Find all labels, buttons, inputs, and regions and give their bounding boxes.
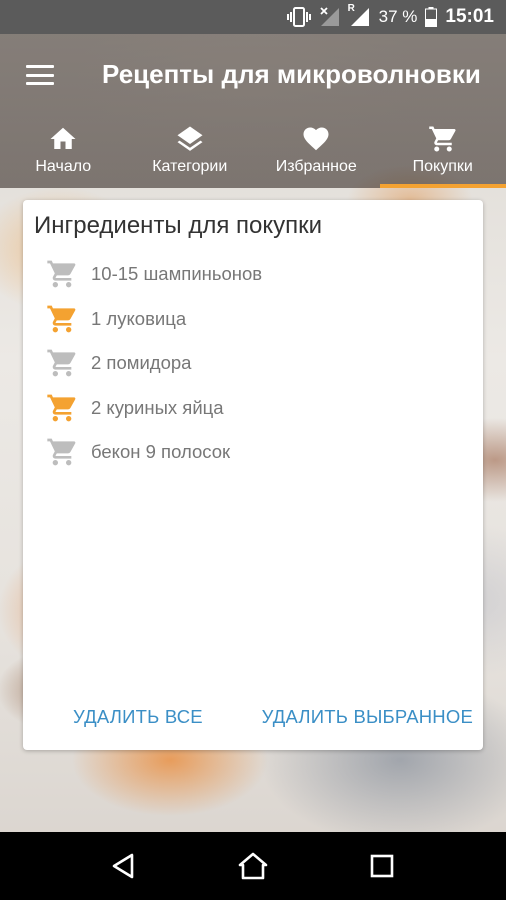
home-icon	[50, 127, 76, 149]
ingredient-label: бекон 9 полосок	[91, 441, 231, 463]
ingredient-label: 2 куриных яйца	[91, 396, 224, 418]
shopping-list-card: Ингредиенты для покупки 10-15 шампиньоно…	[23, 200, 483, 750]
recents-button[interactable]	[352, 836, 412, 896]
hamburger-menu-icon[interactable]	[26, 65, 54, 85]
ingredient-list: 10-15 шампиньонов 1 луковица 2 помидора …	[23, 252, 483, 475]
ingredient-item[interactable]: 10-15 шампиньонов	[23, 252, 483, 297]
status-bar: R 37 % 15:01	[0, 0, 506, 34]
tab-active-indicator	[379, 184, 506, 188]
tab-indicator	[127, 184, 254, 188]
card-actions: УДАЛИТЬ ВСЕ УДАЛИТЬ ВЫБРАННОЕ	[23, 706, 483, 730]
ingredient-item[interactable]: 1 луковица	[23, 297, 483, 342]
vibrate-icon	[286, 7, 311, 27]
battery-icon	[425, 7, 438, 27]
system-nav-bar	[0, 832, 506, 900]
cart-icon[interactable]	[46, 303, 78, 335]
delete-selected-button[interactable]: УДАЛИТЬ ВЫБРАННОЕ	[262, 706, 473, 728]
cart-icon[interactable]	[46, 347, 78, 379]
tab-shopping[interactable]: Покупки	[379, 122, 506, 188]
roaming-indicator: R	[347, 3, 355, 14]
back-button[interactable]	[94, 836, 154, 896]
ingredient-label: 10-15 шампиньонов	[91, 263, 263, 285]
tab-indicator	[0, 184, 127, 188]
ingredient-item[interactable]: 2 помидора	[23, 341, 483, 386]
app-title: Рецепты для микроволновки	[102, 59, 481, 89]
cart-icon[interactable]	[46, 258, 78, 290]
recents-icon	[370, 854, 393, 878]
tab-label: Начало	[35, 158, 92, 175]
tab-indicator	[253, 184, 380, 188]
ingredient-label: 2 помидора	[91, 352, 192, 374]
tab-bar: Начало Категории Избранное Покупки	[0, 122, 506, 188]
ingredient-item[interactable]: 2 куриных яйца	[23, 386, 483, 431]
ingredient-label: 1 луковица	[91, 307, 187, 329]
layers-icon	[177, 126, 203, 151]
tab-label: Избранное	[275, 158, 357, 175]
card-title: Ингредиенты для покупки	[34, 212, 323, 239]
tab-favorites[interactable]: Избранное	[253, 122, 380, 188]
tab-home[interactable]: Начало	[0, 122, 127, 188]
signal-no-data-icon	[319, 6, 341, 28]
shopping-cart-icon	[429, 126, 456, 152]
heart-icon	[303, 127, 329, 151]
clock: 15:01	[445, 6, 494, 27]
signal-roaming-icon: R	[347, 3, 371, 28]
tab-label: Категории	[152, 158, 228, 175]
cart-icon[interactable]	[46, 436, 78, 468]
battery-percent: 37 %	[378, 7, 418, 26]
delete-all-button[interactable]: УДАЛИТЬ ВСЕ	[73, 706, 203, 728]
tab-categories[interactable]: Категории	[127, 122, 254, 188]
app-header: Рецепты для микроволновки Начало Категор…	[0, 34, 506, 188]
home-nav-icon	[238, 852, 268, 880]
tab-label: Покупки	[412, 158, 473, 175]
ingredient-item[interactable]: бекон 9 полосок	[23, 430, 483, 475]
home-nav-button[interactable]	[223, 836, 283, 896]
cart-icon[interactable]	[46, 392, 78, 424]
back-icon	[113, 853, 134, 879]
